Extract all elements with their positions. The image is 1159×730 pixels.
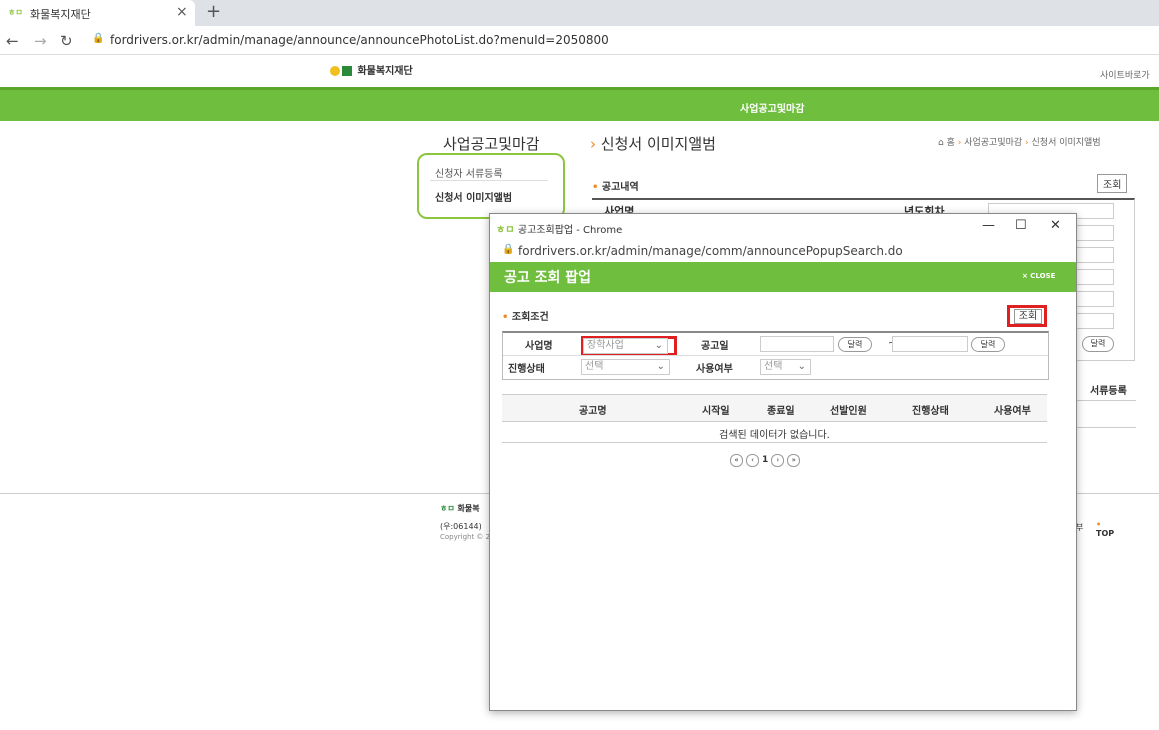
- date-start-input[interactable]: [760, 336, 834, 352]
- col-start: 시작일: [702, 406, 730, 417]
- business-label: 사업명: [525, 341, 553, 352]
- back-icon[interactable]: ←: [6, 32, 19, 50]
- tab-close-icon[interactable]: ×: [176, 4, 188, 20]
- section-title: • 공고내역: [592, 182, 639, 193]
- close-icon[interactable]: ✕: [1050, 218, 1061, 233]
- divider: [1076, 427, 1136, 428]
- no-data-message: 검색된 데이터가 없습니다.: [719, 430, 830, 441]
- logo-text: 화물복지재단: [357, 66, 413, 77]
- popup-titlebar[interactable]: ㅎㅁ 공고조회팝업 - Chrome — ☐ ✕: [490, 214, 1076, 240]
- calendar-start-button[interactable]: 달력: [838, 337, 872, 352]
- left-nav-box: [417, 153, 565, 219]
- popup-header-title: 공고 조회 팝업: [504, 270, 592, 286]
- popup-search-form: 사업명 장학사업⌄ 공고일 달력 ~ 달력 진행상태 선택⌄ 사용여부 선택⌄: [502, 331, 1049, 380]
- popup-url-bar[interactable]: 🔒 fordrivers.or.kr/admin/manage/comm/ann…: [490, 240, 1076, 262]
- lock-icon: 🔒: [92, 33, 105, 44]
- breadcrumb-home[interactable]: 홈: [947, 138, 955, 148]
- nav-item-applicant-docs[interactable]: 신청자 서류등록: [435, 165, 503, 180]
- col-end: 종료일: [767, 406, 795, 417]
- maximize-icon[interactable]: ☐: [1015, 218, 1027, 233]
- footer-logo: ㅎㅁ 화물복: [440, 504, 480, 513]
- col-status: 진행상태: [912, 406, 949, 417]
- site-shortcut-link[interactable]: 사이트바로가: [1100, 68, 1150, 81]
- status-select[interactable]: 선택 ⌄: [581, 359, 670, 375]
- page-number[interactable]: 1: [762, 455, 768, 465]
- popup-close-button[interactable]: × CLOSE: [1022, 272, 1055, 280]
- date-label: 공고일: [701, 341, 729, 352]
- chevron-down-icon: ⌄: [656, 361, 665, 372]
- condition-title: • 조회조건: [502, 312, 549, 323]
- search-button[interactable]: 조회: [1097, 174, 1128, 193]
- forward-icon[interactable]: →: [34, 32, 47, 50]
- first-page-icon[interactable]: «: [730, 453, 743, 467]
- site-favicon-icon: ㅎㅁ: [8, 8, 23, 17]
- popup-url-text: fordrivers.or.kr/admin/manage/comm/annou…: [518, 244, 903, 258]
- divider: [1076, 400, 1136, 401]
- popup-window: ㅎㅁ 공고조회팝업 - Chrome — ☐ ✕ 🔒 fordrivers.or…: [489, 213, 1077, 711]
- new-tab-button[interactable]: +: [206, 1, 221, 22]
- col-title: 공고명: [579, 406, 607, 417]
- prev-page-icon[interactable]: ‹: [746, 453, 759, 467]
- pagination: «‹ 1 ›»: [730, 453, 803, 467]
- left-nav-title: 사업공고및마감: [443, 135, 540, 153]
- tab-title: 화물복지재단: [30, 8, 91, 21]
- status-label: 진행상태: [508, 364, 545, 375]
- popup-header: 공고 조회 팝업 × CLOSE: [490, 262, 1076, 292]
- main-menu-bar: 사업공고및마감: [0, 87, 1159, 121]
- calendar-end-button[interactable]: 달력: [971, 337, 1005, 352]
- date-end-input[interactable]: [892, 336, 968, 352]
- calendar-button[interactable]: 달력: [1082, 336, 1114, 352]
- col-use: 사용여부: [994, 406, 1031, 417]
- section-title-text: 공고내역: [601, 182, 639, 193]
- page-title: › 신청서 이미지앨범: [590, 133, 716, 154]
- footer-copyright: Copyright © 2: [440, 533, 491, 541]
- home-icon[interactable]: ⌂: [938, 138, 947, 148]
- browser-tab[interactable]: ㅎㅁ 화물복지재단 ×: [0, 0, 195, 26]
- top-button[interactable]: • TOP: [1096, 520, 1114, 538]
- popup-search-button[interactable]: 조회: [1014, 309, 1042, 324]
- chevron-down-icon: ⌄: [797, 361, 806, 372]
- menu-title[interactable]: 사업공고및마감: [740, 100, 804, 115]
- table-header: 공고명 시작일 종료일 선발인원 진행상태 사용여부: [502, 394, 1047, 422]
- browser-tab-bar: ㅎㅁ 화물복지재단 × +: [0, 0, 1159, 26]
- breadcrumb: ⌂ 홈 › 사업공고및마감 › 신청서 이미지앨범: [938, 138, 1101, 148]
- chevron-down-icon: ⌄: [654, 340, 663, 351]
- use-label: 사용여부: [696, 364, 733, 375]
- page-title-text: 신청서 이미지앨범: [600, 135, 716, 153]
- popup-search-highlight: 조회: [1007, 305, 1047, 327]
- business-select[interactable]: 장학사업 ⌄: [583, 338, 668, 354]
- popup-window-title: ㅎㅁ 공고조회팝업 - Chrome: [496, 225, 623, 236]
- title-arrow-icon: ›: [590, 135, 601, 153]
- breadcrumb-current: 신청서 이미지앨범: [1031, 138, 1101, 148]
- last-page-icon[interactable]: »: [787, 453, 801, 467]
- url-text: fordrivers.or.kr/admin/manage/announce/a…: [110, 33, 609, 47]
- minimize-icon[interactable]: —: [982, 218, 995, 233]
- url-field[interactable]: 🔒 fordrivers.or.kr/admin/manage/announce…: [86, 30, 1146, 50]
- lock-icon: 🔒: [502, 244, 515, 255]
- site-logo[interactable]: 화물복지재단: [330, 62, 413, 78]
- breadcrumb-section[interactable]: 사업공고및마감: [964, 138, 1022, 148]
- footer-partial-text: 부: [1076, 523, 1084, 532]
- footer-address: (우:06144): [440, 522, 482, 531]
- reload-icon[interactable]: ↻: [60, 32, 73, 50]
- next-page-icon[interactable]: ›: [771, 453, 785, 467]
- col-count: 선발인원: [830, 406, 867, 417]
- nav-item-image-album[interactable]: 신청서 이미지앨범: [435, 189, 512, 204]
- logo-mark-icon: [330, 64, 354, 78]
- table-bottom-line: [502, 442, 1047, 443]
- nav-divider: [430, 180, 548, 181]
- doc-register-header: 서류등록: [1090, 386, 1127, 397]
- use-select[interactable]: 선택 ⌄: [760, 359, 811, 375]
